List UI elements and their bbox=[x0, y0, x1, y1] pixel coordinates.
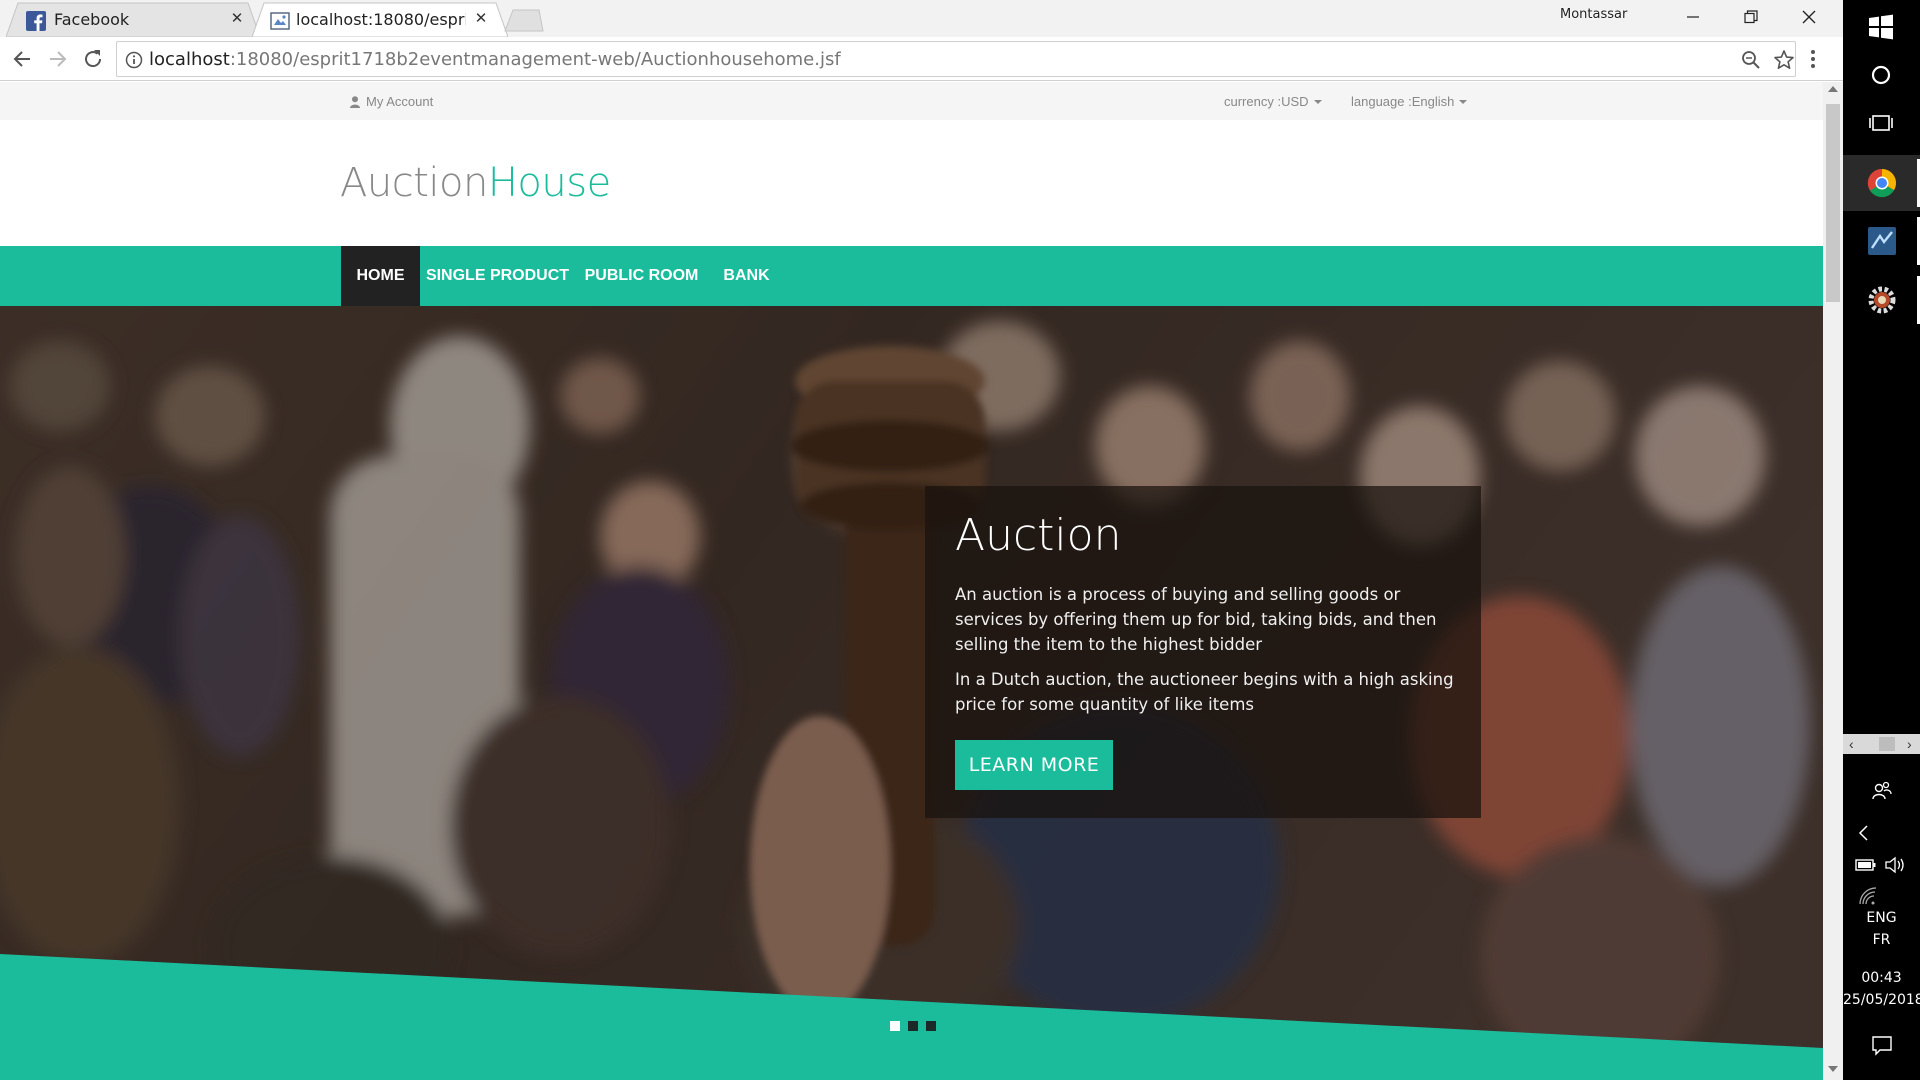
minimize-icon bbox=[1687, 16, 1699, 18]
chevron-left-icon[interactable]: ‹ bbox=[1849, 736, 1854, 752]
clock-date[interactable]: 25/05/2018 bbox=[1843, 992, 1920, 1008]
chevron-right-icon[interactable]: › bbox=[1907, 736, 1912, 752]
site-logo[interactable]: AuctionHouse bbox=[340, 160, 611, 206]
currency-label: currency :USD bbox=[1224, 94, 1309, 109]
url-path: :18080/esprit1718b2eventmanagement-web/A… bbox=[229, 49, 841, 70]
close-window-button[interactable] bbox=[1780, 0, 1838, 34]
close-icon bbox=[1802, 10, 1816, 24]
page-viewport: My Account currency :USD language :Engli… bbox=[0, 82, 1823, 1080]
my-account-label: My Account bbox=[366, 94, 434, 109]
minimize-button[interactable] bbox=[1664, 0, 1722, 34]
clock-time[interactable]: 00:43 bbox=[1843, 970, 1920, 986]
back-icon[interactable] bbox=[10, 46, 36, 72]
site-header: AuctionHouse bbox=[0, 120, 1823, 246]
browser-window: Facebook ✕ localhost:18080/esprit17 ✕ Mo… bbox=[0, 0, 1843, 1080]
url-text[interactable]: localhost:18080/esprit1718b2eventmanagem… bbox=[149, 49, 841, 70]
wifi-icon[interactable] bbox=[1857, 886, 1879, 906]
main-nav: HOME SINGLE PRODUCT PUBLIC ROOM BANK bbox=[0, 246, 1823, 306]
chrome-icon bbox=[1867, 168, 1896, 198]
windows-taskbar: ‹ › ENG FR 00:43 25/05/2018 bbox=[1843, 0, 1920, 1080]
caret-down-icon bbox=[1459, 100, 1468, 104]
logo-part-auction: Auction bbox=[340, 160, 488, 206]
bookmark-star-icon[interactable] bbox=[1773, 49, 1795, 71]
profile-name[interactable]: Montassar bbox=[1560, 7, 1627, 22]
language-dropdown[interactable]: language :English bbox=[1351, 94, 1468, 109]
forward-icon[interactable] bbox=[44, 46, 70, 72]
facebook-icon bbox=[26, 11, 46, 31]
battery-icon[interactable] bbox=[1853, 856, 1879, 874]
hero-slider: Auction An auction is a process of buyin… bbox=[0, 306, 1823, 1080]
tab-title: localhost:18080/esprit17 bbox=[296, 10, 466, 29]
tab-strip: Facebook ✕ localhost:18080/esprit17 ✕ Mo… bbox=[0, 0, 1843, 37]
page-scrollbar[interactable] bbox=[1823, 82, 1843, 1080]
nav-bank[interactable]: BANK bbox=[708, 246, 785, 306]
cortana-icon bbox=[1871, 65, 1891, 85]
input-language-fr[interactable]: FR bbox=[1843, 932, 1920, 948]
close-tab-icon[interactable]: ✕ bbox=[472, 9, 490, 27]
scroll-down-icon[interactable] bbox=[1828, 1066, 1838, 1072]
taskbar-settings[interactable] bbox=[1843, 272, 1920, 328]
tab-localhost[interactable]: localhost:18080/esprit17 ✕ bbox=[252, 2, 508, 37]
info-icon[interactable] bbox=[125, 51, 143, 69]
task-view-button[interactable] bbox=[1843, 96, 1920, 152]
reload-icon[interactable] bbox=[80, 46, 106, 72]
user-icon bbox=[350, 96, 360, 108]
kebab-menu-icon[interactable] bbox=[1810, 49, 1816, 69]
tray-scroll-strip[interactable]: ‹ › bbox=[1843, 734, 1920, 754]
taskbar-app[interactable] bbox=[1843, 213, 1920, 269]
zoom-icon[interactable] bbox=[1741, 50, 1761, 70]
slider-dot-1[interactable] bbox=[890, 1021, 900, 1031]
top-bar: My Account currency :USD language :Engli… bbox=[0, 82, 1823, 120]
scroll-thumb[interactable] bbox=[1826, 104, 1840, 302]
close-tab-icon[interactable]: ✕ bbox=[228, 9, 246, 27]
restore-button[interactable] bbox=[1722, 0, 1780, 34]
logo-part-house: House bbox=[487, 160, 611, 206]
show-hidden-icons[interactable] bbox=[1857, 824, 1871, 842]
slider-dot-3[interactable] bbox=[926, 1021, 936, 1031]
url-host: localhost bbox=[149, 49, 230, 70]
tray-scroll-thumb[interactable] bbox=[1879, 737, 1895, 751]
nav-public-room[interactable]: PUBLIC ROOM bbox=[575, 246, 708, 306]
scroll-up-icon[interactable] bbox=[1828, 86, 1838, 92]
nav-home[interactable]: HOME bbox=[341, 246, 420, 306]
nav-single-product[interactable]: SINGLE PRODUCT bbox=[420, 246, 575, 306]
app-icon bbox=[1868, 227, 1896, 255]
windows-start-icon bbox=[1869, 14, 1893, 40]
language-label: language :English bbox=[1351, 94, 1455, 109]
browser-toolbar: localhost:18080/esprit1718b2eventmanagem… bbox=[0, 37, 1843, 81]
caret-down-icon bbox=[1313, 100, 1322, 104]
restore-icon bbox=[1744, 10, 1758, 24]
slider-dot-2[interactable] bbox=[908, 1021, 918, 1031]
action-center-icon[interactable] bbox=[1871, 1034, 1893, 1056]
hero-angled-band bbox=[0, 954, 1823, 1080]
task-view-icon bbox=[1869, 115, 1893, 131]
tab-title: Facebook bbox=[54, 10, 130, 29]
page-icon bbox=[270, 11, 290, 31]
my-account-link[interactable]: My Account bbox=[350, 94, 433, 109]
currency-dropdown[interactable]: currency :USD bbox=[1224, 94, 1322, 109]
new-tab-button[interactable] bbox=[501, 8, 545, 32]
taskbar-chrome[interactable] bbox=[1843, 155, 1920, 211]
tab-facebook[interactable]: Facebook ✕ bbox=[6, 2, 260, 37]
volume-icon[interactable] bbox=[1883, 854, 1907, 876]
people-icon[interactable] bbox=[1871, 780, 1893, 802]
input-language-eng[interactable]: ENG bbox=[1843, 910, 1920, 926]
settings-icon bbox=[1868, 286, 1896, 314]
address-bar[interactable]: localhost:18080/esprit1718b2eventmanagem… bbox=[116, 41, 1796, 77]
